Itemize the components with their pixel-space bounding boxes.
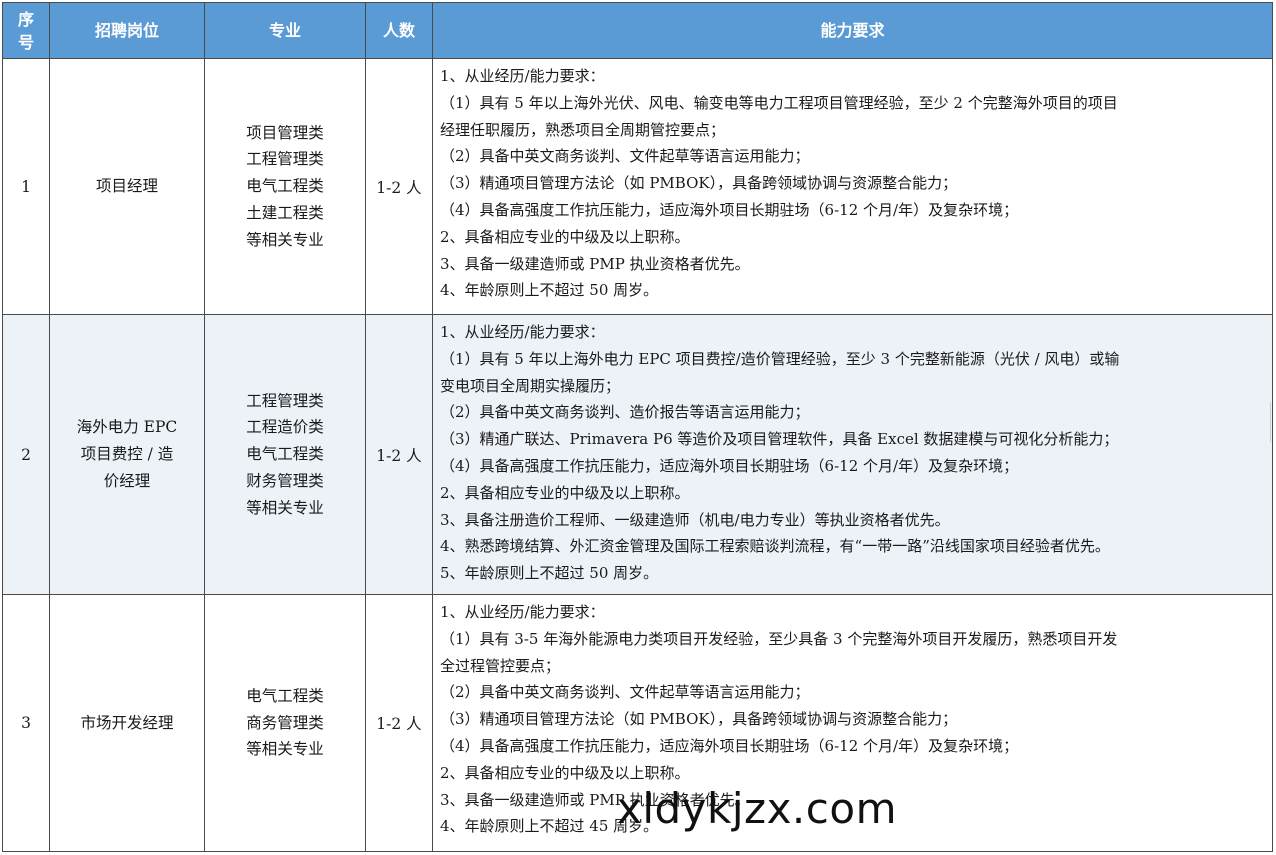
requirement-line: 3、具备注册造价工程师、一级建造师（机电/电力专业）等执业资格者优先。 <box>440 510 950 529</box>
header-seq-line1: 序 <box>17 9 34 29</box>
table-row: 2 海外电力 EPC 项目费控 / 造价经理 工程管理类工程造价类电气工程类财务管理类… <box>2 314 1273 595</box>
row-seq: 3 <box>2 594 50 852</box>
requirement-line: （4）具备高强度工作抗压能力，适应海外项目长期驻场（6-12 个月/年）及复杂环… <box>440 736 1019 755</box>
major-item: 工程管理类 <box>246 150 324 169</box>
table-header-row: 序 号 招聘岗位 专业 人数 能力要求 <box>2 2 1273 59</box>
requirement-line: 4、年龄原则上不超过 50 周岁。 <box>440 281 659 300</box>
requirement-line: 4、熟悉跨境结算、外汇资金管理及国际工程索赔谈判流程，有“一带一路”沿线国家项目… <box>440 537 1110 556</box>
requirement-line: 变电项目全周期实操履历； <box>440 376 621 395</box>
requirement-line: （3）精通项目管理方法论（如 PMBOK），具备跨领域协调与资源整合能力； <box>440 174 958 193</box>
requirement-line: 3、具备一级建造师或 PMP 执业资格者优先。 <box>440 254 750 273</box>
header-seq: 序 号 <box>2 2 50 59</box>
major-item: 土建工程类 <box>246 203 324 222</box>
row-seq: 1 <box>2 58 50 315</box>
requirement-line: （4）具备高强度工作抗压能力，适应海外项目长期驻场（6-12 个月/年）及复杂环… <box>440 200 1019 219</box>
row-requirements: 1、从业经历/能力要求： （1）具有 5 年以上海外光伏、风电、输变电等电力工程项… <box>432 58 1273 315</box>
major-item: 等相关专业 <box>246 498 324 517</box>
header-position: 招聘岗位 <box>49 2 205 59</box>
major-item: 等相关专业 <box>246 740 324 759</box>
requirement-line: （3）精通项目管理方法论（如 PMBOK），具备跨领域协调与资源整合能力； <box>440 710 958 729</box>
requirement-line: 2、具备相应专业的中级及以上职称。 <box>440 763 690 782</box>
row-count: 1-2 人 <box>365 594 433 852</box>
recruitment-table: 序 号 招聘岗位 专业 人数 能力要求 1 项目经理 项目管理类 工程管理类 电气工程类… <box>2 2 1273 852</box>
requirement-line: 5、年龄原则上不超过 50 周岁。 <box>440 564 659 583</box>
major-item: 电气工程类 <box>246 177 324 196</box>
major-item: 工程管理类 <box>246 391 324 410</box>
position-line: 价经理 <box>103 472 151 490</box>
requirement-line: （1）具有 3-5 年海外能源电力类项目开发经验，至少具备 3 个完整海外项目开… <box>440 629 1118 648</box>
requirement-line: （1）具有 5 年以上海外光伏、风电、输变电等电力工程项目管理经验，至少 2 个… <box>440 93 1118 112</box>
position-line: 海外电力 EPC <box>76 418 178 436</box>
row-position: 海外电力 EPC 项目费控 / 造价经理 <box>49 314 205 595</box>
row-requirements: 1、从业经历/能力要求： （1）具有 5 年以上海外电力 EPC 项目费控/造价管… <box>432 314 1273 595</box>
header-requirements: 能力要求 <box>432 2 1273 59</box>
requirement-line: 1、从业经历/能力要求： <box>440 67 605 85</box>
header-count: 人数 <box>365 2 433 59</box>
requirement-line: 经理任职履历，熟悉项目全周期管控要点； <box>440 120 726 139</box>
row-majors: 项目管理类工程管理类电气工程类土建工程类等相关专业 <box>204 58 366 315</box>
major-item: 财务管理类 <box>246 471 324 490</box>
header-major: 专业 <box>204 2 366 59</box>
major-item: 电气工程类 <box>246 445 324 464</box>
row-majors: 工程管理类工程造价类电气工程类财务管理类等相关专业 <box>204 314 366 595</box>
position-line: 市场开发经理 <box>80 713 174 732</box>
requirement-line: 全过程管控要点； <box>440 656 561 675</box>
row-count: 1-2 人 <box>365 314 433 595</box>
requirement-line: （2）具备中英文商务谈判、造价报告等语言运用能力； <box>440 403 810 422</box>
requirement-line: （2）具备中英文商务谈判、文件起草等语言运用能力； <box>440 683 810 702</box>
scroll-edge-mark <box>1270 402 1271 442</box>
header-seq-line2: 号 <box>17 32 34 52</box>
position-line: 项目经理 <box>95 177 158 195</box>
row-count: 1-2 人 <box>365 58 433 315</box>
major-item: 商务管理类 <box>246 713 324 732</box>
major-item: 等相关专业 <box>246 230 324 249</box>
row-position: 项目经理 <box>49 58 205 315</box>
row-position: 市场开发经理 <box>49 594 205 852</box>
requirement-line: 1、从业经历/能力要求： <box>440 323 605 341</box>
major-item: 项目管理类 <box>246 123 324 142</box>
watermark-text: xldykjzx.com <box>617 784 897 833</box>
requirement-line: （4）具备高强度工作抗压能力，适应海外项目长期驻场（6-12 个月/年）及复杂环… <box>440 456 1019 475</box>
requirement-line: （2）具备中英文商务谈判、文件起草等语言运用能力； <box>440 147 810 166</box>
row-majors: 电气工程类商务管理类等相关专业 <box>204 594 366 852</box>
position-line: 项目费控 / 造 <box>80 445 174 463</box>
requirement-line: 2、具备相应专业的中级及以上职称。 <box>440 227 690 246</box>
requirement-line: （3）精通广联达、Primavera P6 等造价及项目管理软件，具备 Exce… <box>440 430 1119 449</box>
row-seq: 2 <box>2 314 50 595</box>
requirement-line: 1、从业经历/能力要求： <box>440 603 605 621</box>
major-item: 电气工程类 <box>246 686 324 705</box>
major-item: 工程造价类 <box>246 418 324 437</box>
table-row: 1 项目经理 项目管理类 工程管理类 电气工程类 土建工程类 等相关专业 1-2 人 1、从业经… <box>2 58 1273 315</box>
requirement-line: 2、具备相应专业的中级及以上职称。 <box>440 483 690 502</box>
requirement-line: （1）具有 5 年以上海外电力 EPC 项目费控/造价管理经验，至少 3 个完整… <box>440 349 1120 368</box>
